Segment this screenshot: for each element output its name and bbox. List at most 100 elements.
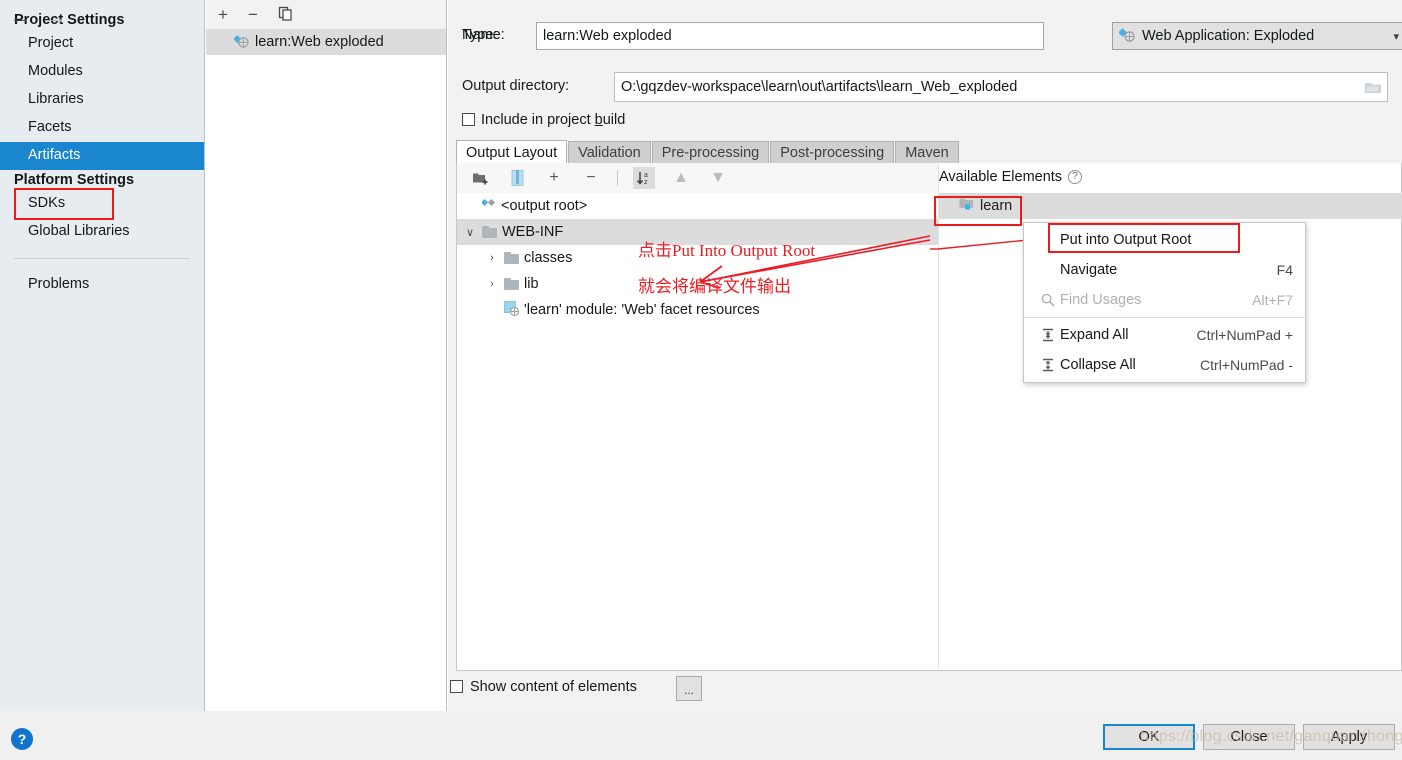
tree-node-label: 'learn' module: 'Web' facet resources	[524, 302, 760, 318]
available-element-learn[interactable]: learn	[939, 193, 1402, 219]
sort-az-icon[interactable]: a z	[633, 167, 655, 189]
artifact-type-value: Web Application: Exploded	[1142, 28, 1315, 44]
sidebar-group-platform-settings: Platform Settings	[14, 172, 135, 188]
create-directory-icon[interactable]	[469, 167, 491, 189]
show-content-label: Show content of elements	[470, 679, 637, 695]
output-directory-label: Output directory:	[462, 78, 570, 94]
add-artifact-icon[interactable]: +	[218, 6, 228, 23]
menu-separator	[1024, 317, 1305, 318]
tree-node-label: lib	[524, 276, 539, 292]
output-directory-row: Output directory:	[462, 72, 1388, 102]
tree-twisty-expanded[interactable]: ∨	[463, 226, 477, 239]
menu-item-expand-all[interactable]: Expand All Ctrl+NumPad +	[1024, 320, 1305, 350]
include-in-project-build-checkbox[interactable]: Include in project build	[462, 112, 625, 128]
move-down-icon[interactable]: ▼	[707, 167, 729, 189]
move-up-icon[interactable]: ▲	[670, 167, 692, 189]
sidebar-item-global-libraries[interactable]: Global Libraries	[0, 218, 204, 246]
artifact-list-item[interactable]: learn:Web exploded	[206, 29, 446, 55]
folder-icon	[504, 278, 519, 290]
tree-twisty-collapsed[interactable]: ›	[485, 252, 499, 264]
artifact-tabs: Output Layout Validation Pre-processing …	[456, 140, 1402, 164]
sidebar-item-modules[interactable]: Modules	[0, 58, 204, 86]
back-arrow-icon[interactable]: ←	[8, 6, 32, 30]
available-elements-context-menu: Put into Output Root Navigate F4 Find Us…	[1023, 222, 1306, 383]
artifact-type-select[interactable]: Web Application: Exploded ▾	[1112, 22, 1402, 50]
include-build-checkbox-box[interactable]	[462, 113, 475, 126]
artifact-name-input[interactable]	[536, 22, 1044, 50]
create-archive-icon[interactable]	[506, 167, 528, 189]
forward-arrow-icon[interactable]: →	[44, 6, 68, 30]
menu-item-navigate[interactable]: Navigate F4	[1024, 255, 1305, 285]
settings-sidebar: ← → Project Settings Project Modules Lib…	[0, 0, 205, 711]
tree-node-facet-resources[interactable]: 'learn' module: 'Web' facet resources	[457, 297, 938, 323]
sidebar-item-artifacts[interactable]: Artifacts	[0, 142, 204, 170]
watermark-text: https://blog.csdn.net/ganquanzhong	[1140, 728, 1402, 745]
output-directory-input[interactable]	[614, 72, 1388, 102]
sidebar-item-libraries[interactable]: Libraries	[0, 86, 204, 114]
menu-item-label: Find Usages	[1060, 292, 1142, 308]
show-content-options-button[interactable]: ...	[676, 676, 702, 701]
folder-icon	[504, 252, 519, 264]
tree-twisty-collapsed[interactable]: ›	[485, 278, 499, 290]
web-exploded-artifact-icon	[233, 33, 249, 52]
type-label: Type:	[462, 27, 498, 43]
tab-post-processing[interactable]: Post-processing	[770, 141, 895, 164]
expand-all-icon	[1038, 328, 1058, 342]
tree-node-output-root[interactable]: <output root>	[457, 193, 938, 219]
tree-node-label: classes	[524, 250, 573, 266]
menu-item-shortcut: F4	[1276, 262, 1293, 278]
output-layout-toolbar: + − a z ▲ ▼	[457, 163, 938, 193]
tab-pre-processing[interactable]: Pre-processing	[651, 141, 770, 164]
tab-maven[interactable]: Maven	[895, 141, 959, 164]
add-element-icon[interactable]: +	[543, 167, 565, 189]
svg-text:a: a	[644, 172, 648, 179]
sidebar-navigation: ← →	[8, 6, 68, 30]
artifact-list-item-label: learn:Web exploded	[255, 34, 384, 50]
available-elements-title: Available Elements	[939, 169, 1063, 185]
menu-item-shortcut: Ctrl+NumPad +	[1196, 327, 1293, 343]
show-content-checkbox-box[interactable]	[450, 680, 463, 693]
help-question-icon[interactable]: ?	[1068, 170, 1083, 184]
name-row: Name: Type: Web Application: Exploded ▾	[462, 22, 1402, 50]
include-build-label-pre: Include in project	[481, 112, 595, 128]
menu-item-label: Collapse All	[1060, 357, 1136, 373]
search-icon	[1038, 293, 1058, 307]
copy-artifact-icon[interactable]	[278, 6, 293, 24]
menu-item-shortcut: Ctrl+NumPad -	[1200, 357, 1293, 373]
available-element-label: learn	[980, 198, 1013, 214]
sidebar-item-facets[interactable]: Facets	[0, 114, 204, 142]
collapse-all-icon	[1038, 358, 1058, 372]
annotation-text-1: 点击Put Into Output Root	[638, 241, 816, 260]
browse-folder-icon[interactable]	[1362, 77, 1384, 97]
menu-item-label: Put into Output Root	[1060, 232, 1192, 248]
artifact-root-icon	[480, 197, 496, 215]
menu-item-put-into-output-root[interactable]: Put into Output Root	[1024, 225, 1305, 255]
module-folder-icon	[959, 197, 975, 215]
artifacts-list-panel: + − learn:Web exploded	[206, 0, 447, 711]
help-button[interactable]: ?	[11, 728, 33, 750]
show-content-of-elements-checkbox[interactable]: Show content of elements	[450, 679, 637, 695]
menu-item-shortcut: Alt+F7	[1252, 292, 1293, 308]
remove-artifact-icon[interactable]: −	[248, 6, 258, 23]
include-build-label-post: uild	[602, 112, 626, 128]
tab-validation[interactable]: Validation	[568, 141, 651, 164]
sidebar-item-problems[interactable]: Problems	[0, 271, 204, 299]
panel-splitter[interactable]	[938, 163, 939, 669]
svg-text:z: z	[644, 179, 648, 186]
artifacts-list-toolbar: + −	[206, 0, 446, 29]
chevron-down-icon[interactable]: ▾	[1393, 30, 1399, 43]
sidebar-divider	[14, 258, 190, 259]
annotation-text-2: 就会将编译文件输出	[638, 277, 791, 296]
project-structure-dialog: ← → Project Settings Project Modules Lib…	[0, 0, 1402, 711]
tree-node-label: WEB-INF	[502, 224, 564, 240]
available-elements-header: Available Elements ?	[939, 169, 1083, 185]
toolbar-separator	[617, 170, 618, 186]
remove-element-icon[interactable]: −	[580, 167, 602, 189]
include-build-mnemonic: b	[594, 112, 603, 128]
sidebar-item-sdks[interactable]: SDKs	[0, 190, 204, 218]
menu-item-label: Navigate	[1060, 262, 1118, 278]
tab-output-layout[interactable]: Output Layout	[456, 140, 568, 164]
menu-item-collapse-all[interactable]: Collapse All Ctrl+NumPad -	[1024, 350, 1305, 380]
tree-node-label: <output root>	[501, 198, 588, 214]
sidebar-item-project[interactable]: Project	[0, 30, 204, 58]
